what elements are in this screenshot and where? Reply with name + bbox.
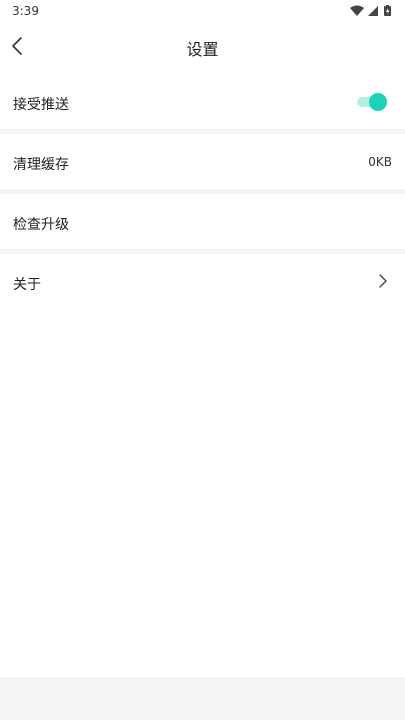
settings-list: 接受推送 清理缓存 0KB 检查升级 关于 — [0, 74, 405, 309]
clear-cache-label: 清理缓存 — [13, 157, 69, 173]
chevron-right-icon — [379, 274, 387, 288]
clear-cache-row[interactable]: 清理缓存 0KB — [0, 134, 405, 189]
push-notifications-toggle[interactable] — [357, 93, 387, 111]
status-bar: 3:39 — [0, 0, 405, 22]
bottom-bar — [0, 677, 405, 720]
app-bar: 设置 — [0, 22, 405, 70]
signal-icon — [368, 6, 378, 16]
push-notifications-row[interactable]: 接受推送 — [0, 74, 405, 129]
wifi-icon — [350, 5, 364, 16]
status-icons — [350, 5, 391, 16]
about-label: 关于 — [13, 277, 41, 293]
battery-icon — [384, 5, 391, 16]
push-notifications-label: 接受推送 — [13, 97, 69, 113]
check-update-row[interactable]: 检查升级 — [0, 194, 405, 249]
cache-size-value: 0KB — [368, 155, 392, 169]
page-title: 设置 — [186, 40, 219, 59]
about-row[interactable]: 关于 — [0, 254, 405, 309]
check-update-label: 检查升级 — [13, 217, 69, 233]
status-time: 3:39 — [12, 4, 39, 18]
toggle-knob — [369, 93, 387, 111]
